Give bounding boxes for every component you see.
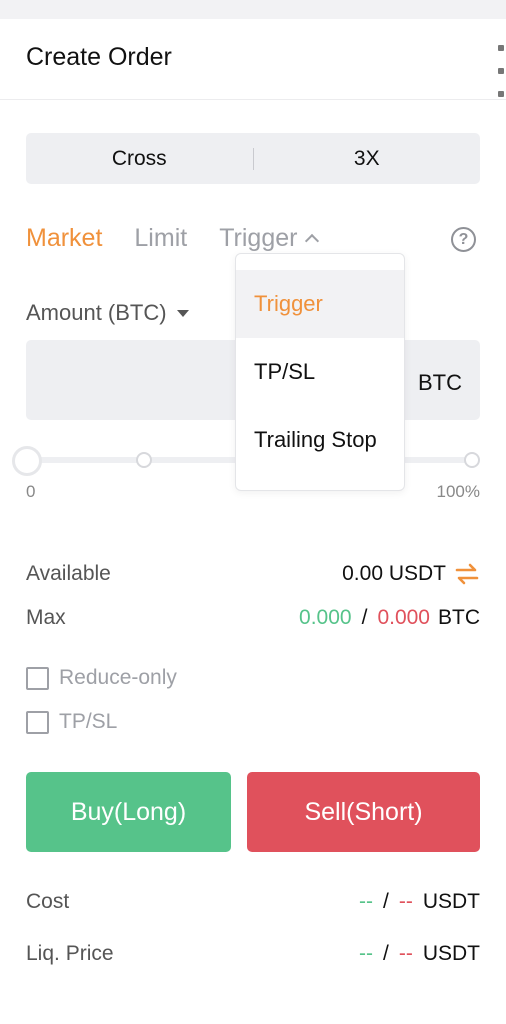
more-menu-icon[interactable] (498, 45, 506, 97)
margin-leverage-selector: Cross 3X (26, 133, 480, 184)
help-icon[interactable]: ? (451, 227, 476, 252)
max-label: Max (26, 606, 66, 629)
top-strip (0, 0, 506, 19)
available-value: 0.00 USDT (342, 562, 446, 585)
tpsl-label: TP/SL (59, 710, 118, 733)
cost-long-value: -- (358, 890, 373, 913)
amount-unit-selector[interactable]: Amount (BTC) (26, 300, 189, 326)
max-row: Max 0.000 / 0.000 BTC (26, 603, 480, 633)
tab-limit[interactable]: Limit (134, 224, 187, 253)
tpsl-option[interactable]: TP/SL (26, 708, 117, 736)
leverage-button[interactable]: 3X (254, 147, 481, 171)
cost-unit: USDT (422, 890, 480, 913)
available-label: Available (26, 562, 111, 585)
max-separator: / (361, 606, 368, 629)
max-unit: BTC (438, 606, 480, 629)
slider-tick-100[interactable] (464, 452, 480, 468)
trigger-type-dropdown: Trigger TP/SL Trailing Stop (235, 253, 405, 491)
dropdown-item-trigger[interactable]: Trigger (236, 270, 404, 338)
cost-short-value: -- (398, 890, 413, 913)
buy-long-button[interactable]: Buy(Long) (26, 772, 231, 852)
cost-row: Cost -- / -- USDT (26, 887, 480, 917)
liq-long-value: -- (358, 942, 373, 965)
max-long-value: 0.000 (299, 606, 352, 629)
liq-price-row: Liq. Price -- / -- USDT (26, 939, 480, 969)
chevron-up-icon (305, 233, 320, 249)
slider-tick-25[interactable] (136, 452, 152, 468)
tpsl-checkbox[interactable] (26, 710, 49, 734)
max-short-value: 0.000 (377, 606, 430, 629)
dropdown-item-tpsl[interactable]: TP/SL (236, 338, 404, 406)
reduce-only-label: Reduce-only (59, 666, 177, 689)
available-row: Available 0.00 USDT (26, 559, 480, 589)
margin-mode-button[interactable]: Cross (26, 147, 253, 171)
order-type-tabs: Market Limit Trigger (26, 220, 349, 256)
dropdown-item-trailing-stop[interactable]: Trailing Stop (236, 406, 404, 474)
liq-separator: / (382, 942, 389, 965)
reduce-only-checkbox[interactable] (26, 666, 49, 690)
transfer-icon[interactable] (454, 563, 480, 585)
liq-unit: USDT (422, 942, 480, 965)
panel-title: Create Order (26, 43, 172, 71)
amount-label: Amount (BTC) (26, 300, 167, 325)
caret-down-icon (176, 309, 189, 317)
cost-label: Cost (26, 890, 70, 913)
liq-price-label: Liq. Price (26, 942, 114, 965)
slider-handle[interactable] (12, 446, 42, 476)
liq-short-value: -- (398, 942, 413, 965)
panel-header: Create Order (0, 19, 506, 100)
reduce-only-option[interactable]: Reduce-only (26, 664, 177, 692)
slider-min-label: 0 (26, 482, 36, 501)
slider-max-label: 100% (436, 482, 480, 501)
sell-short-button[interactable]: Sell(Short) (247, 772, 480, 852)
tab-market[interactable]: Market (26, 224, 102, 253)
cost-separator: / (382, 890, 389, 913)
tab-trigger[interactable]: Trigger (219, 224, 320, 253)
amount-unit: BTC (418, 370, 462, 395)
